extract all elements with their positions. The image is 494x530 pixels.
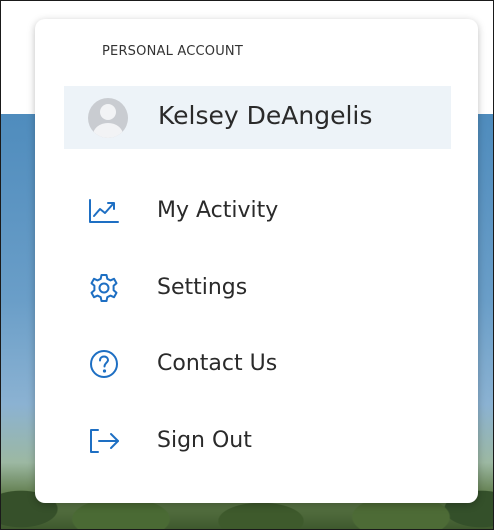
menu-item-label: Contact Us xyxy=(157,351,278,376)
menu-item-contact-us[interactable]: Contact Us xyxy=(87,344,427,384)
menu-item-my-activity[interactable]: My Activity xyxy=(87,191,427,231)
menu-item-label: Sign Out xyxy=(157,428,252,453)
account-dropdown-menu: PERSONAL ACCOUNT Kelsey DeAngelis My Act… xyxy=(35,19,478,503)
screenshot-frame: PERSONAL ACCOUNT Kelsey DeAngelis My Act… xyxy=(0,0,494,530)
question-circle-icon xyxy=(87,348,121,380)
menu-item-label: Settings xyxy=(157,275,248,300)
menu-item-label: My Activity xyxy=(157,198,279,223)
menu-item-sign-out[interactable]: Sign Out xyxy=(87,421,427,461)
activity-chart-icon xyxy=(87,195,121,227)
sign-out-icon xyxy=(87,425,121,457)
user-avatar-icon xyxy=(88,98,128,138)
user-profile-row[interactable]: Kelsey DeAngelis xyxy=(64,86,451,149)
user-name: Kelsey DeAngelis xyxy=(158,101,373,130)
menu-item-settings[interactable]: Settings xyxy=(87,268,427,308)
section-label: PERSONAL ACCOUNT xyxy=(102,44,243,59)
gear-icon xyxy=(87,272,121,304)
background-header xyxy=(1,1,493,20)
